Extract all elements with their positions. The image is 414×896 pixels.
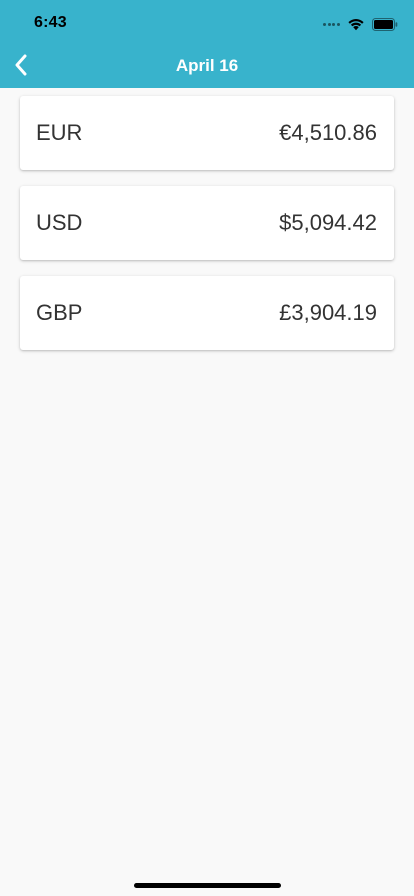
balance-list: EUR €4,510.86 USD $5,094.42 GBP £3,904.1…: [20, 96, 394, 366]
status-time: 6:43: [34, 14, 67, 31]
currency-amount: €4,510.86: [279, 120, 377, 145]
home-indicator[interactable]: [134, 883, 281, 888]
currency-code: USD: [36, 210, 83, 235]
cellular-signal-icon: [323, 22, 341, 26]
currency-code: GBP: [36, 300, 83, 325]
currency-amount: £3,904.19: [279, 300, 377, 325]
currency-amount: $5,094.42: [279, 210, 377, 235]
app-header: 6:43 April 16: [0, 0, 414, 88]
page-title: April 16: [175, 56, 239, 75]
currency-code: EUR: [36, 120, 83, 145]
status-icons: [323, 16, 398, 32]
wifi-icon: [348, 19, 364, 31]
battery-icon: [372, 17, 398, 31]
balance-card-gbp[interactable]: GBP £3,904.19: [20, 276, 394, 350]
balance-card-usd[interactable]: USD $5,094.42: [20, 186, 394, 260]
balance-card-eur[interactable]: EUR €4,510.86: [20, 96, 394, 170]
